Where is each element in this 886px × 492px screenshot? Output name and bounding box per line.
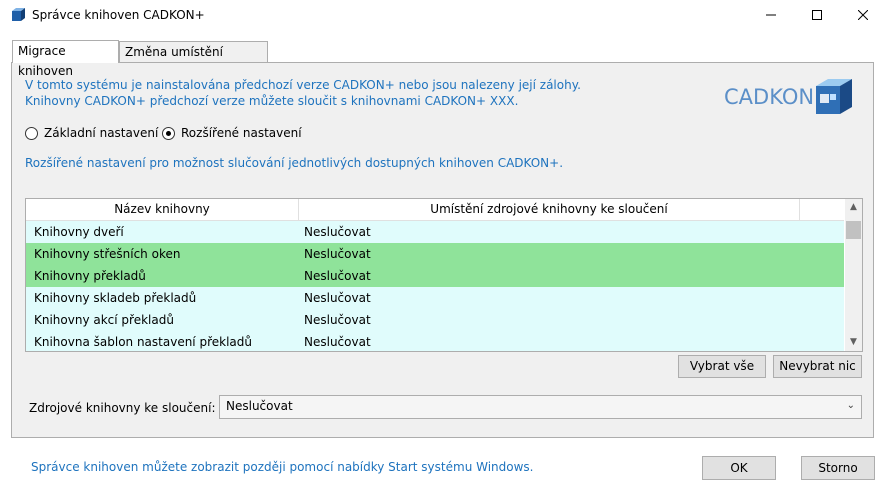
title-bar: Správce knihoven CADKON+: [0, 0, 886, 30]
close-icon: [858, 10, 868, 20]
ok-button[interactable]: OK: [702, 456, 776, 480]
row-name: Knihovny akcí překladů: [34, 313, 174, 327]
table-row[interactable]: Knihovna šablon nastavení překladů Neslu…: [26, 331, 844, 351]
scroll-up-icon[interactable]: ▲: [845, 199, 862, 216]
radio-advanced-indicator[interactable]: [162, 126, 175, 140]
row-name: Knihovny střešních oken: [34, 247, 181, 261]
table-row[interactable]: Knihovny dveří Neslučovat: [26, 221, 844, 243]
table-row[interactable]: Knihovny střešních oken Neslučovat: [26, 243, 844, 265]
row-source[interactable]: Neslučovat: [304, 309, 371, 331]
footer-hint: Správce knihoven můžete zobrazit později…: [31, 460, 534, 474]
scroll-thumb[interactable]: [846, 221, 861, 239]
maximize-icon: [812, 10, 822, 20]
source-libraries-select[interactable]: Neslučovat ⌄: [219, 395, 862, 419]
row-source[interactable]: Neslučovat: [304, 243, 371, 265]
app-icon: [12, 8, 25, 21]
row-name: Knihovny překladů: [34, 269, 146, 283]
info-line-2: Knihovny CADKON+ předchozí verze můžete …: [25, 94, 519, 108]
row-source[interactable]: Neslučovat: [304, 265, 371, 287]
chevron-down-icon: ⌄: [846, 400, 855, 411]
source-libraries-label: Zdrojové knihovny ke sloučení:: [29, 401, 216, 415]
select-none-button[interactable]: Nevybrat nic: [773, 355, 862, 378]
logo-text: CADKON+: [724, 85, 832, 109]
row-name: Knihovny dveří: [34, 225, 124, 239]
row-name: Knihovna šablon nastavení překladů: [34, 335, 252, 349]
column-header-source[interactable]: Umístění zdrojové knihovny ke sloučení: [299, 199, 800, 220]
cadkon-logo: CADKON+: [724, 74, 854, 118]
radio-advanced-label: Rozšířené nastavení: [181, 126, 302, 140]
row-name: Knihovny skladeb překladů: [34, 291, 197, 305]
tab-migrace-knihoven[interactable]: Migrace knihoven: [12, 40, 119, 78]
row-source[interactable]: Neslučovat: [304, 287, 371, 309]
library-grid[interactable]: Název knihovny Umístění zdrojové knihovn…: [25, 198, 863, 352]
tab-panel: V tomto systému je nainstalována předcho…: [11, 62, 874, 438]
minimize-button[interactable]: [748, 0, 794, 30]
source-libraries-value: Neslučovat: [226, 399, 293, 413]
radio-basic-indicator[interactable]: [25, 126, 38, 140]
advanced-description: Rozšířené nastavení pro možnost slučován…: [25, 156, 564, 170]
info-text: V tomto systému je nainstalována předcho…: [25, 77, 581, 109]
row-source[interactable]: Neslučovat: [304, 221, 371, 243]
maximize-button[interactable]: [794, 0, 840, 30]
cancel-button[interactable]: Storno: [801, 456, 875, 480]
info-line-1: V tomto systému je nainstalována předcho…: [25, 78, 581, 92]
close-button[interactable]: [840, 0, 886, 30]
row-source[interactable]: Neslučovat: [304, 331, 371, 351]
grid-header: Název knihovny Umístění zdrojové knihovn…: [26, 199, 844, 221]
radio-advanced[interactable]: Rozšířené nastavení: [162, 126, 302, 140]
radio-basic-label: Základní nastavení: [44, 126, 159, 140]
scroll-down-icon[interactable]: ▼: [845, 334, 862, 351]
column-header-name[interactable]: Název knihovny: [26, 199, 299, 220]
table-row[interactable]: Knihovny akcí překladů Neslučovat: [26, 309, 844, 331]
select-all-button[interactable]: Vybrat vše: [678, 355, 766, 378]
window-title: Správce knihoven CADKON+: [32, 8, 205, 22]
tab-zmena-umisteni[interactable]: Změna umístění knihoven: [119, 41, 268, 79]
table-row[interactable]: Knihovny skladeb překladů Neslučovat: [26, 287, 844, 309]
table-row[interactable]: Knihovny překladů Neslučovat: [26, 265, 844, 287]
grid-scrollbar[interactable]: ▲ ▼: [845, 199, 862, 351]
minimize-icon: [766, 14, 776, 16]
radio-basic[interactable]: Základní nastavení: [25, 126, 158, 140]
